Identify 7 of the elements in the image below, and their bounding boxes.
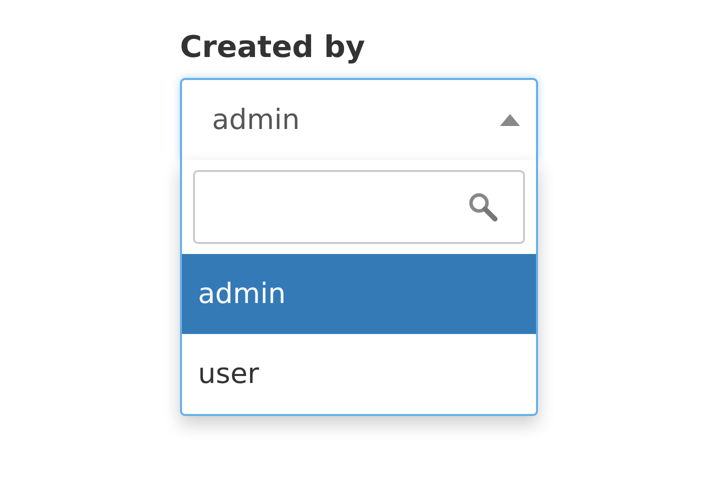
dropdown-option[interactable]: user: [182, 334, 536, 414]
search-field[interactable]: [193, 170, 525, 244]
select-dropdown[interactable]: admin: [180, 78, 538, 160]
search-icon: [467, 191, 499, 223]
caret-icon: [500, 114, 520, 126]
field-label: Created by: [180, 30, 366, 66]
dropdown-option[interactable]: admin: [182, 254, 536, 334]
